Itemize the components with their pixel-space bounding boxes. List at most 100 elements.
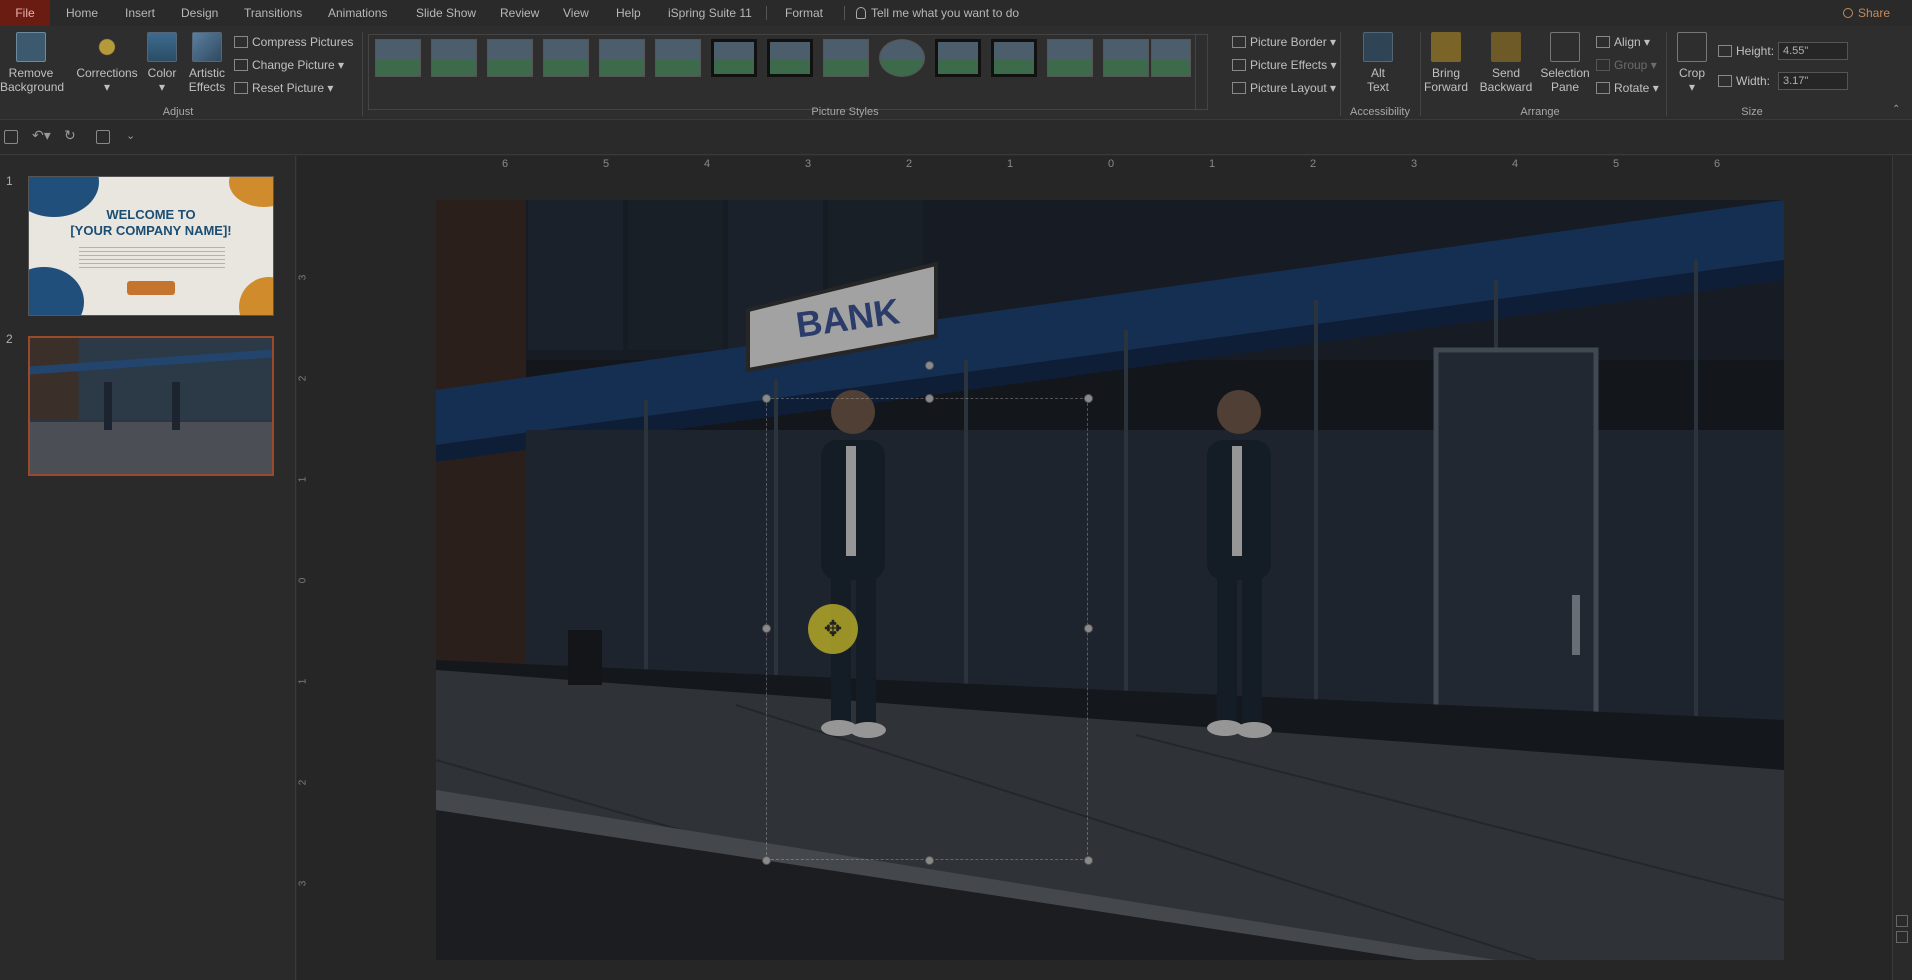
rotate-button[interactable]: Rotate ▾ (1596, 79, 1659, 97)
scroll-up-button[interactable] (1896, 915, 1908, 927)
artistic-label-2: Effects (188, 80, 226, 94)
thumb-cta-button (127, 281, 175, 295)
save-icon[interactable] (4, 130, 18, 144)
resize-handle[interactable] (925, 856, 934, 865)
picture-style-option[interactable] (711, 39, 757, 77)
picture-style-option[interactable] (935, 39, 981, 77)
thumb-facade (30, 338, 272, 420)
height-input[interactable] (1778, 42, 1848, 60)
width-label: Width: (1718, 72, 1770, 90)
picture-style-option[interactable] (431, 39, 477, 77)
redo-icon[interactable]: ↻ (64, 127, 76, 144)
picture-style-option[interactable] (655, 39, 701, 77)
picture-border-label: Picture Border (1250, 35, 1327, 49)
resize-handle[interactable] (762, 624, 771, 633)
picture-style-option[interactable] (543, 39, 589, 77)
tab-review[interactable]: Review (500, 0, 539, 26)
bring-forward-button[interactable]: Bring Forward (1420, 32, 1472, 94)
resize-handle[interactable] (1084, 624, 1093, 633)
tab-format[interactable]: Format (785, 0, 823, 26)
remove-background-button[interactable]: Remove Background (0, 32, 64, 94)
artistic-effects-button[interactable]: Artistic Effects (184, 32, 230, 94)
thumb-sidewalk (30, 422, 272, 474)
rotate-label: Rotate (1614, 81, 1650, 95)
selection-pane-icon (1550, 32, 1580, 62)
slide-2-photo[interactable]: BANK (436, 200, 1784, 960)
present-icon[interactable] (96, 130, 110, 144)
tab-transitions[interactable]: Transitions (244, 0, 302, 26)
ruler-tick: 3 (1410, 158, 1418, 170)
tab-file[interactable]: File (0, 0, 50, 26)
person-icon (1842, 8, 1853, 18)
color-button[interactable]: Color ▾ (144, 32, 180, 94)
align-button[interactable]: Align ▾ (1596, 33, 1650, 51)
tab-ispring[interactable]: iSpring Suite 11 (668, 0, 752, 26)
picture-border-button[interactable]: Picture Border ▾ (1232, 33, 1336, 51)
selection-pane-label-1: Selection (1540, 66, 1590, 80)
ruler-tick: 2 (905, 158, 913, 170)
group-button[interactable]: Group ▾ (1596, 56, 1657, 74)
align-icon (1596, 36, 1610, 48)
reset-picture-button[interactable]: Reset Picture ▾ (234, 79, 333, 97)
tab-slide-show[interactable]: Slide Show (416, 0, 476, 26)
compress-pictures-button[interactable]: Compress Pictures (234, 33, 353, 51)
scroll-down-button[interactable] (1896, 931, 1908, 943)
customize-qat-icon[interactable]: ⌄ (126, 129, 135, 142)
picture-layout-button[interactable]: Picture Layout ▾ (1232, 79, 1336, 97)
width-input[interactable] (1778, 72, 1848, 90)
resize-handle[interactable] (762, 394, 771, 403)
tell-me-search[interactable]: Tell me what you want to do (856, 0, 1019, 26)
picture-effects-button[interactable]: Picture Effects ▾ (1232, 56, 1337, 74)
resize-handle[interactable] (925, 394, 934, 403)
ruler-tick: 3 (804, 158, 812, 170)
resize-handle[interactable] (762, 856, 771, 865)
tab-design[interactable]: Design (181, 0, 218, 26)
tab-view[interactable]: View (563, 0, 589, 26)
compress-label: Compress Pictures (252, 35, 354, 49)
rotate-handle[interactable] (925, 361, 934, 370)
layout-icon (1232, 82, 1246, 94)
picture-style-option[interactable] (767, 39, 813, 77)
ruler-tick: 2 (297, 779, 309, 786)
thumb-body-text (79, 247, 225, 269)
gallery-scroll[interactable] (1195, 35, 1207, 109)
undo-icon[interactable]: ↶▾ (32, 127, 51, 144)
picture-style-option[interactable] (375, 39, 421, 77)
resize-handle[interactable] (1084, 856, 1093, 865)
artistic-label-1: Artistic (189, 66, 225, 80)
ruler-tick: 4 (1511, 158, 1519, 170)
slide-thumbnail-1[interactable]: WELCOME TO [YOUR COMPANY NAME]! (28, 176, 274, 316)
share-button[interactable]: Share (1842, 0, 1890, 26)
corrections-label: Corrections (76, 66, 138, 80)
sun-icon (92, 32, 122, 62)
picture-style-option[interactable] (991, 39, 1037, 77)
picture-style-option[interactable] (487, 39, 533, 77)
tab-insert[interactable]: Insert (125, 0, 155, 26)
thumb-title-line-1: WELCOME TO (106, 207, 196, 222)
slide-thumbnail-2[interactable] (28, 336, 274, 476)
send-backward-button[interactable]: Send Backward (1478, 32, 1534, 94)
change-picture-button[interactable]: Change Picture ▾ (234, 56, 344, 74)
picture-styles-gallery[interactable] (368, 34, 1208, 110)
picture-style-option[interactable] (823, 39, 869, 77)
alt-text-button[interactable]: Alt Text (1358, 32, 1398, 94)
group-label: Group (1614, 58, 1648, 72)
crop-button[interactable]: Crop ▾ (1672, 32, 1712, 94)
picture-style-option[interactable] (1151, 39, 1191, 77)
picture-style-option[interactable] (879, 39, 925, 77)
picture-style-option[interactable] (599, 39, 645, 77)
tab-animations[interactable]: Animations (328, 0, 387, 26)
picture-effects-label: Picture Effects (1250, 58, 1328, 72)
corrections-button[interactable]: Corrections ▾ (74, 32, 140, 94)
tab-help[interactable]: Help (616, 0, 641, 26)
slide-number: 1 (6, 174, 13, 188)
ribbon: Remove Background Corrections ▾ Color ▾ … (0, 26, 1912, 120)
selection-pane-button[interactable]: Selection Pane (1538, 32, 1592, 94)
vertical-scrollbar[interactable] (1892, 156, 1912, 980)
picture-style-option[interactable] (1103, 39, 1149, 77)
ribbon-tab-bar: File Home Insert Design Transitions Anim… (0, 0, 1912, 26)
picture-style-option[interactable] (1047, 39, 1093, 77)
resize-handle[interactable] (1084, 394, 1093, 403)
collapse-ribbon-button[interactable]: ⌃ (1892, 104, 1900, 115)
tab-home[interactable]: Home (66, 0, 98, 26)
